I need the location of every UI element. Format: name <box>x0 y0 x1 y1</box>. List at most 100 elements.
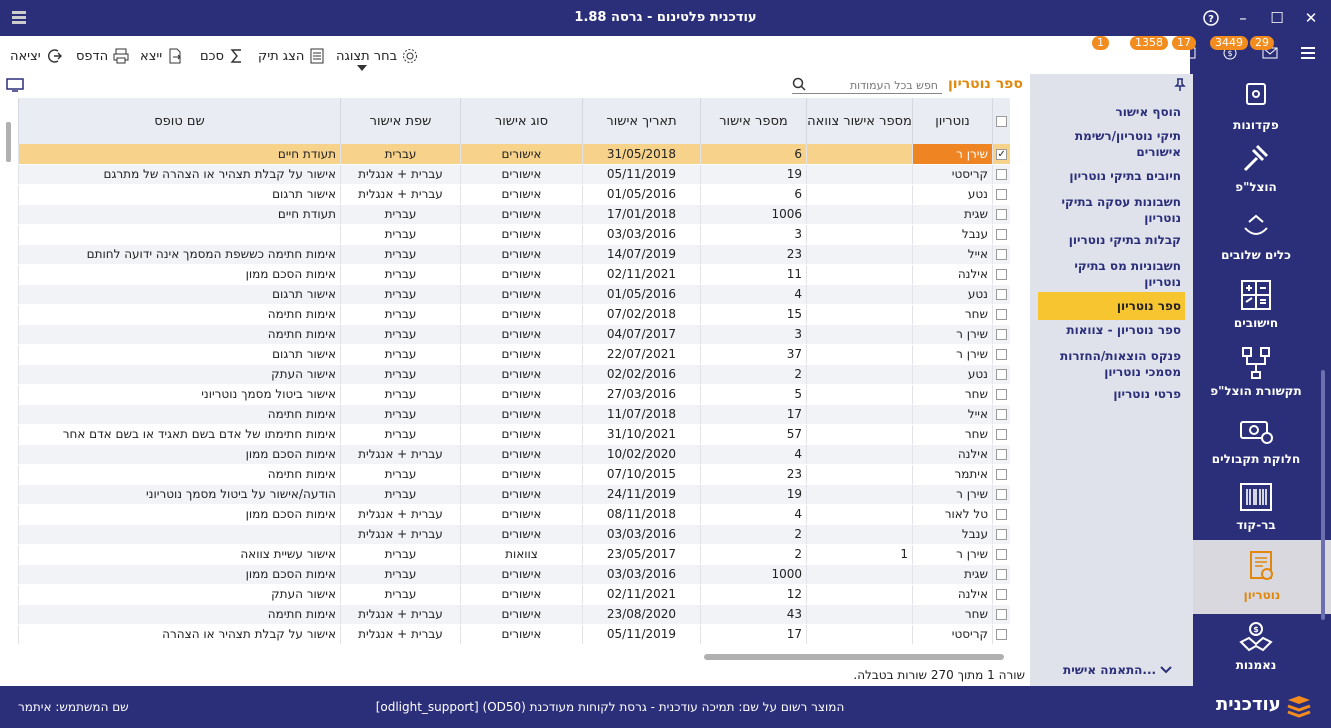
row-checkbox[interactable] <box>996 549 1008 560</box>
row-select-cell[interactable] <box>992 424 1010 445</box>
approval-date-cell[interactable]: 02/02/2016 <box>582 364 701 385</box>
nav-item-tools[interactable]: כלים שלובים <box>1193 210 1319 262</box>
approval-number-cell[interactable]: 4 <box>700 444 807 465</box>
approval-date-cell[interactable]: 22/07/2021 <box>582 344 701 365</box>
approval-date-cell[interactable]: 02/11/2021 <box>582 584 701 605</box>
approval-language-cell[interactable]: עברית + אנגלית <box>340 624 461 645</box>
approval-type-cell[interactable]: אישורים <box>460 244 583 265</box>
approval-type-cell[interactable]: אישורים <box>460 324 583 345</box>
table-row[interactable]: שחר 57 31/10/2021 אישורים עברית אימות חתימתו … <box>18 424 1010 445</box>
column-header[interactable]: נוטריון <box>912 98 993 144</box>
row-checkbox[interactable] <box>996 369 1008 380</box>
maximize-button[interactable]: ☐ <box>1266 8 1288 28</box>
approval-number-cell[interactable]: 4 <box>700 504 807 525</box>
vertical-scrollbar[interactable] <box>4 114 12 274</box>
table-row[interactable]: נטע 2 02/02/2016 אישורים עברית אישור העתק <box>18 364 1010 385</box>
nav-item-barcode[interactable]: בר-קוד <box>1193 480 1319 532</box>
approval-number-cell[interactable]: 5 <box>700 384 807 405</box>
form-name-cell[interactable]: אימות הסכם ממון <box>18 564 341 585</box>
will-approval-number-cell[interactable] <box>806 384 913 405</box>
choose-view-button[interactable]: בחר תצוגה <box>336 46 419 66</box>
will-approval-number-cell[interactable] <box>806 464 913 485</box>
table-row[interactable]: אילנה 4 10/02/2020 אישורים עברית + אנגלית אימ… <box>18 444 1010 465</box>
approval-type-cell[interactable]: אישורים <box>460 184 583 205</box>
notary-cell[interactable]: ענבל <box>912 224 993 245</box>
approval-number-cell[interactable]: 3 <box>700 324 807 345</box>
row-checkbox[interactable] <box>996 249 1008 260</box>
approval-date-cell[interactable]: 07/10/2015 <box>582 464 701 485</box>
approval-type-cell[interactable]: אישורים <box>460 444 583 465</box>
approval-date-cell[interactable]: 04/07/2017 <box>582 324 701 345</box>
search-icon[interactable] <box>792 77 806 91</box>
row-select-cell[interactable] <box>992 544 1010 565</box>
approval-date-cell[interactable]: 02/11/2021 <box>582 264 701 285</box>
search-box[interactable] <box>792 76 942 94</box>
row-checkbox[interactable] <box>996 289 1008 300</box>
approval-language-cell[interactable]: עברית + אנגלית <box>340 504 461 525</box>
row-select-cell[interactable] <box>992 204 1010 225</box>
form-name-cell[interactable]: אישור העתק <box>18 584 341 605</box>
row-checkbox[interactable] <box>996 309 1008 320</box>
row-select-cell[interactable] <box>992 264 1010 285</box>
approval-type-cell[interactable]: אישורים <box>460 144 583 165</box>
form-name-cell[interactable]: אישור תרגום <box>18 344 341 365</box>
notary-cell[interactable]: שחר <box>912 384 993 405</box>
row-select-cell[interactable] <box>992 404 1010 425</box>
approval-language-cell[interactable]: עברית <box>340 544 461 565</box>
approval-language-cell[interactable]: עברית <box>340 484 461 505</box>
row-select-cell[interactable] <box>992 164 1010 185</box>
table-row[interactable]: שירן ר 3 04/07/2017 אישורים עברית אימות חתימה <box>18 324 1010 345</box>
notary-cell[interactable]: שירן ר <box>912 484 993 505</box>
row-checkbox[interactable] <box>996 389 1008 400</box>
approval-number-cell[interactable]: 43 <box>700 604 807 625</box>
approval-date-cell[interactable]: 23/05/2017 <box>582 544 701 565</box>
table-row[interactable]: איתמר 23 07/10/2015 אישורים עברית אימות חתימה <box>18 464 1010 485</box>
column-header[interactable]: מספר אישור <box>700 98 807 144</box>
row-checkbox[interactable] <box>996 269 1008 280</box>
nav-item-deposits[interactable]: פקדונות <box>1193 80 1319 132</box>
table-row[interactable]: נטע 4 01/05/2016 אישורים עברית אישור תרגום <box>18 284 1010 305</box>
submenu-deal-accounts[interactable]: חשבונות עסקה בתיקי נוטריון <box>1038 194 1185 226</box>
approval-type-cell[interactable]: אישורים <box>460 464 583 485</box>
approval-date-cell[interactable]: 23/08/2020 <box>582 604 701 625</box>
form-name-cell[interactable] <box>18 524 341 545</box>
notary-cell[interactable]: נטע <box>912 184 993 205</box>
pin-icon[interactable] <box>1174 78 1186 92</box>
approval-date-cell[interactable]: 31/05/2018 <box>582 144 701 165</box>
submenu-charges[interactable]: חיובים בתיקי נוטריון <box>1038 168 1185 184</box>
approval-date-cell[interactable]: 03/03/2016 <box>582 524 701 545</box>
will-approval-number-cell[interactable] <box>806 564 913 585</box>
approval-type-cell[interactable]: אישורים <box>460 364 583 385</box>
notary-cell[interactable]: אילנה <box>912 584 993 605</box>
approval-language-cell[interactable]: עברית + אנגלית <box>340 184 461 205</box>
will-approval-number-cell[interactable] <box>806 184 913 205</box>
search-input[interactable] <box>808 76 938 94</box>
approval-number-cell[interactable]: 12 <box>700 584 807 605</box>
form-name-cell[interactable]: אימות הסכם ממון <box>18 444 341 465</box>
notary-cell[interactable]: שחר <box>912 424 993 445</box>
approval-number-cell[interactable]: 15 <box>700 304 807 325</box>
approval-date-cell[interactable]: 11/07/2018 <box>582 404 701 425</box>
nav-item-notary[interactable]: נוטריון <box>1193 540 1331 614</box>
approval-number-cell[interactable]: 4 <box>700 284 807 305</box>
notary-cell[interactable]: אייל <box>912 244 993 265</box>
approval-language-cell[interactable]: עברית <box>340 144 461 165</box>
form-name-cell[interactable]: אישור ביטול מסמך נוטריוני <box>18 384 341 405</box>
form-name-cell[interactable]: אישור תרגום <box>18 184 341 205</box>
row-checkbox[interactable] <box>996 489 1008 500</box>
approval-type-cell[interactable]: אישורים <box>460 164 583 185</box>
nav-item-execution[interactable]: הוצל"פ <box>1193 142 1319 196</box>
form-name-cell[interactable]: אימות הסכם ממון <box>18 504 341 525</box>
form-name-cell[interactable]: אישור על קבלת תצהיר או הצהרה של מתרגם <box>18 164 341 185</box>
approval-number-cell[interactable]: 1000 <box>700 564 807 585</box>
submenu-notary-files[interactable]: תיקי נוטריון/רשימת אישורים <box>1038 128 1185 160</box>
table-row[interactable]: נטע 6 01/05/2016 אישורים עברית + אנגלית אישור… <box>18 184 1010 205</box>
approval-number-cell[interactable]: 6 <box>700 184 807 205</box>
approval-date-cell[interactable]: 08/11/2018 <box>582 504 701 525</box>
approval-type-cell[interactable]: אישורים <box>460 624 583 645</box>
row-checkbox[interactable] <box>996 629 1008 640</box>
row-checkbox[interactable] <box>996 169 1008 180</box>
column-header[interactable]: תאריך אישור <box>582 98 701 144</box>
submenu-notary-book[interactable]: ספר נוטריון <box>1038 292 1185 320</box>
approval-date-cell[interactable]: 31/10/2021 <box>582 424 701 445</box>
